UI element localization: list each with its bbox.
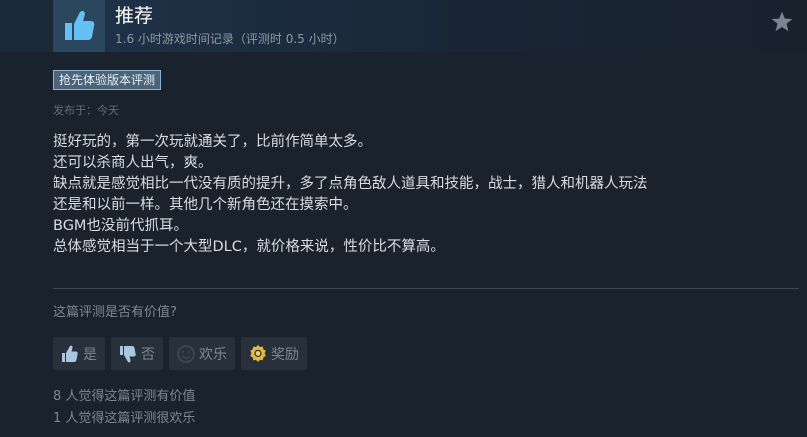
early-access-badge: 抢先体验版本评测: [53, 70, 162, 90]
award-label: 奖励: [271, 346, 299, 363]
review-line: 缺点就是感觉相比一代没有质的提升，多了点角色敌人道具和技能，战士，猎人和机器人玩…: [53, 176, 648, 192]
vote-no-label: 否: [141, 346, 155, 363]
star-icon[interactable]: [770, 10, 794, 34]
vote-funny-label: 欢乐: [199, 346, 227, 363]
vote-no-button[interactable]: 否: [111, 337, 163, 370]
vote-buttons: 是 否 欢乐 奖励: [53, 337, 307, 370]
award-icon: [250, 344, 266, 362]
review-line: BGM也没前代抓耳。: [53, 218, 188, 234]
recommendation-title: 推荐: [115, 5, 154, 27]
thumbs-up-icon: [65, 10, 95, 40]
thumbs-up-icon: [62, 345, 78, 362]
review-line: 总体感觉相当于一个大型DLC，就价格来说，性价比不算高。: [53, 239, 445, 255]
review-header: 推荐 1.6 小时游戏时间记录（评测时 0.5 小时）: [0, 0, 807, 52]
review-line: 还可以杀商人出气，爽。: [53, 155, 213, 171]
vote-yes-button[interactable]: 是: [53, 337, 105, 370]
divider: [53, 288, 799, 289]
recommended-thumb-box: [53, 0, 105, 52]
posted-date: 发布于：今天: [53, 104, 119, 117]
thumbs-down-icon: [120, 345, 136, 362]
review-body: 挺好玩的，第一次玩就通关了，比前作简单太多。 还可以杀商人出气，爽。 缺点就是感…: [53, 132, 803, 258]
helpful-count: 8 人觉得这篇评测有价值: [53, 389, 196, 404]
vote-funny-button[interactable]: 欢乐: [169, 337, 235, 370]
review-line: 挺好玩的，第一次玩就通关了，比前作简单太多。: [53, 134, 372, 150]
vote-yes-label: 是: [83, 346, 97, 363]
helpful-question: 这篇评测是否有价值?: [53, 305, 177, 320]
funny-count: 1 人觉得这篇评测很欢乐: [53, 411, 196, 426]
playtime-info: 1.6 小时游戏时间记录（评测时 0.5 小时）: [115, 32, 345, 46]
review-line: 还是和以前一样。其他几个新角色还在摸索中。: [53, 197, 358, 213]
smiley-icon: [177, 344, 195, 363]
award-button[interactable]: 奖励: [241, 337, 307, 370]
